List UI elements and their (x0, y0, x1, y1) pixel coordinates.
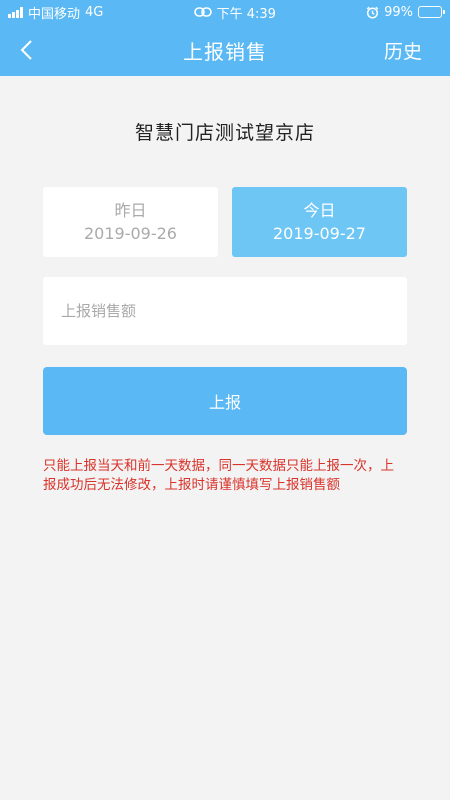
clock-time: 下午 4:39 (216, 6, 276, 22)
battery-percent: 99% (384, 4, 413, 20)
network-label: 4G (85, 4, 104, 20)
status-left: 中国移动 4G (8, 3, 103, 22)
status-bar: 中国移动 4G 下午 4:39 99% (0, 0, 450, 24)
sales-amount-input[interactable] (43, 277, 407, 345)
today-date-button[interactable]: 今日 2019-09-27 (232, 187, 407, 257)
carrier-label: 中国移动 (28, 6, 81, 22)
chevron-left-icon[interactable] (16, 38, 40, 62)
signal-icon (8, 6, 23, 18)
store-name: 智慧门店测试望京店 (134, 122, 315, 144)
status-right: 99% (366, 4, 445, 20)
date-label: 昨日 (114, 201, 147, 220)
alarm-icon (366, 6, 379, 19)
page-title: 上报销售 (183, 39, 267, 64)
link-icon (193, 7, 212, 17)
date-value: 2019-09-26 (84, 224, 177, 243)
history-button[interactable]: 历史 (384, 37, 422, 64)
battery-icon (417, 6, 445, 18)
status-center: 下午 4:39 (193, 3, 276, 22)
submit-button[interactable]: 上报 (43, 367, 407, 435)
date-value: 2019-09-27 (273, 224, 366, 243)
date-label: 今日 (303, 201, 336, 220)
yesterday-date-button[interactable]: 昨日 2019-09-26 (43, 187, 218, 257)
notice-text: 只能上报当天和前一天数据，同一天数据只能上报一次，上报成功后无法修改，上报时请谨… (43, 458, 394, 493)
date-selector: 昨日 2019-09-26 今日 2019-09-27 (43, 187, 407, 257)
nav-bar: 上报销售 历史 (0, 24, 450, 76)
